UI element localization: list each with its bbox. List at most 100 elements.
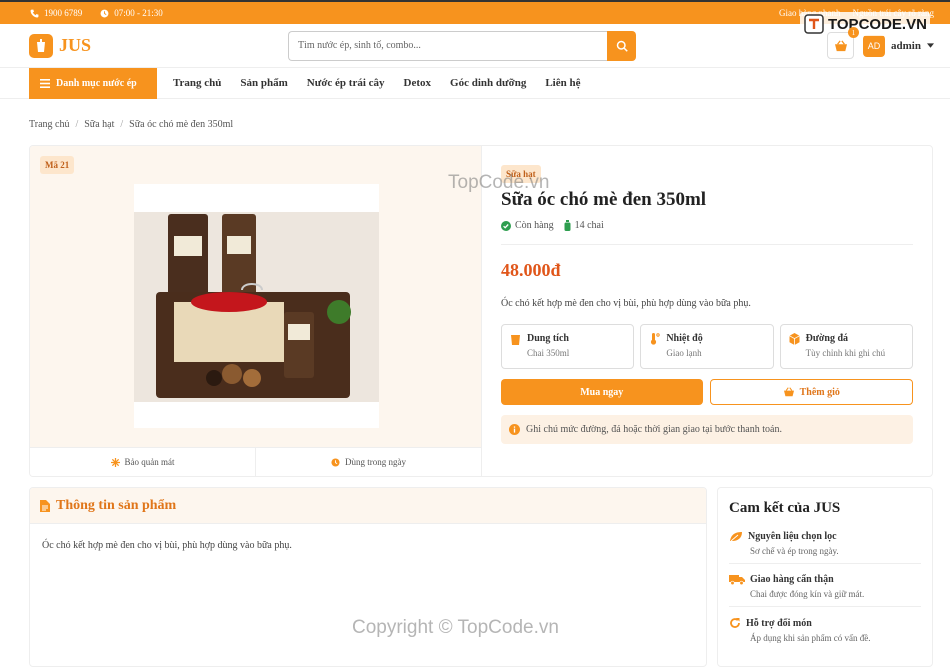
bottle-icon	[564, 220, 571, 231]
cart-count-badge: 1	[848, 27, 860, 38]
clock-icon	[331, 457, 340, 467]
phone-icon	[30, 9, 39, 17]
product-title: Sữa óc chó mè đen 350ml	[501, 189, 707, 210]
buy-now-button[interactable]: Mua ngay	[501, 379, 703, 405]
product-photo	[134, 184, 379, 428]
product-short-description: Óc chó kết hợp mè đen cho vị bùi, phù hợ…	[501, 298, 751, 309]
document-icon	[40, 499, 50, 512]
commitment-item: Nguyên liệu chọn lọc Sơ chế và ép trong …	[729, 517, 921, 564]
commitment-title: Cam kết của JUS	[729, 500, 841, 516]
commitment-item-title: Giao hàng cẩn thận	[750, 574, 834, 585]
avatar[interactable]: AD	[863, 34, 886, 57]
spec-temperature: Nhiệt độ Giao lạnh	[640, 324, 774, 369]
commitment-item-title: Hỗ trợ đổi món	[746, 617, 812, 629]
cup-icon	[511, 335, 520, 345]
product-actions: Mua ngay Thêm giỏ	[501, 379, 913, 405]
product-features: Bảo quản mát Dùng trong ngày	[30, 447, 481, 476]
feature-cold-storage: Bảo quản mát	[30, 448, 256, 476]
clock-icon	[100, 9, 109, 17]
nav-item-contact[interactable]: Liên hệ	[545, 77, 580, 89]
breadcrumb: Trang chủ / Sữa hạt / Sữa óc chó mè đen …	[29, 119, 233, 130]
breadcrumb-separator: /	[75, 119, 79, 130]
nav-item-home[interactable]: Trang chủ	[173, 77, 221, 89]
basket-icon	[783, 387, 794, 397]
product-info-body: Óc chó kết hợp mè đen cho vị bùi, phù hợ…	[42, 540, 292, 551]
opening-hours: 07:00 - 21:30	[114, 8, 163, 18]
truck-icon	[729, 575, 745, 585]
cube-icon	[788, 333, 800, 345]
topcode-logo-watermark: TOPCODE.VN	[800, 12, 930, 36]
breadcrumb-category[interactable]: Sữa hạt	[84, 119, 114, 130]
order-note-hint: Ghi chú mức đường, đá hoặc thời gian gia…	[501, 415, 913, 444]
thermometer-icon	[651, 333, 661, 345]
juice-cup-icon	[29, 33, 53, 58]
commitment-item-desc: Áp dụng khi sản phẩm có vấn đề.	[750, 633, 871, 643]
feature-label: Dùng trong ngày	[345, 457, 406, 467]
spec-value: Giao lạnh	[666, 348, 702, 358]
info-icon	[509, 424, 520, 435]
add-to-cart-button[interactable]: Thêm giỏ	[709, 379, 913, 405]
sold-count: 14 chai	[564, 220, 604, 231]
breadcrumb-home[interactable]: Trang chủ	[29, 119, 69, 130]
spec-title: Nhiệt độ	[666, 333, 703, 344]
stock-label: Còn hàng	[515, 220, 554, 231]
hours-info: 07:00 - 21:30	[100, 8, 163, 18]
note-text: Ghi chú mức đường, đá hoặc thời gian gia…	[526, 424, 782, 435]
topcode-logo-icon	[804, 14, 824, 34]
logo-text: JUS	[59, 35, 92, 55]
phone-info[interactable]: 1900 6789	[30, 8, 82, 18]
menu-icon	[40, 78, 50, 88]
spec-title: Đường đá	[805, 333, 849, 344]
nav-item-detox[interactable]: Detox	[404, 77, 432, 89]
feature-label: Bảo quản mát	[124, 457, 175, 467]
sold-label: 14 chai	[574, 220, 604, 231]
commitment-item: Giao hàng cẩn thận Chai được đóng kín và…	[729, 564, 921, 607]
product-info-header: Thông tin sản phẩm	[30, 488, 706, 524]
breadcrumb-separator: /	[120, 119, 124, 130]
topcode-brand-text: TOPCODE.VN	[828, 15, 927, 33]
site-logo[interactable]: JUS	[29, 33, 288, 58]
commitment-item: Hỗ trợ đổi món Áp dụng khi sản phẩm có v…	[729, 607, 921, 650]
product-category-tag[interactable]: Sữa hạt	[501, 165, 541, 183]
snowflake-icon	[110, 457, 120, 467]
commitment-panel: Cam kết của JUS Nguyên liệu chọn lọc Sơ …	[717, 487, 933, 667]
product-info-title: Thông tin sản phẩm	[56, 497, 177, 513]
commitment-item-desc: Chai được đóng kín và giữ mát.	[750, 589, 865, 599]
product-price: 48.000đ	[501, 260, 561, 280]
nav-item-nutrition[interactable]: Góc dinh dưỡng	[450, 77, 526, 89]
spec-sugar-ice: Đường đá Tùy chỉnh khi ghi chú	[779, 324, 913, 369]
spec-volume: Dung tích Chai 350ml	[501, 324, 635, 369]
nav-item-juice[interactable]: Nước ép trái cây	[307, 77, 385, 89]
commitment-item-title: Nguyên liệu chọn lọc	[748, 531, 837, 542]
check-circle-icon	[501, 220, 511, 231]
stock-status: Còn hàng	[501, 220, 554, 231]
category-menu-button[interactable]: Danh mục nước ép	[29, 67, 157, 99]
search-button[interactable]	[607, 30, 636, 61]
product-detail-card: Mã 21 Bảo quản mát Dùng trong ngày Sữa h…	[29, 145, 933, 477]
search-input[interactable]: Tìm nước ép, sinh tố, combo...	[288, 30, 607, 61]
product-info-panel: Thông tin sản phẩm Óc chó kết hợp mè đen…	[29, 487, 707, 667]
main-nav: Danh mục nước ép Trang chủ Sản phẩm Nước…	[0, 67, 950, 99]
spec-value: Chai 350ml	[527, 348, 570, 358]
product-stock-row: Còn hàng 14 chai	[501, 220, 913, 245]
refresh-icon	[730, 618, 740, 628]
cart-button[interactable]: 1	[827, 27, 860, 59]
product-info: Sữa hạt Sữa óc chó mè đen 350ml Còn hàng…	[482, 146, 932, 476]
product-image[interactable]	[134, 184, 379, 428]
nav-item-products[interactable]: Sản phẩm	[240, 77, 287, 89]
username[interactable]: admin	[891, 40, 921, 52]
basket-icon	[834, 39, 847, 51]
spec-value: Tùy chỉnh khi ghi chú	[805, 348, 886, 358]
product-specs: Dung tích Chai 350ml Nhiệt độ Giao lạnh Đư…	[501, 324, 913, 369]
feature-same-day: Dùng trong ngày	[256, 448, 481, 476]
product-code-badge: Mã 21	[40, 156, 75, 174]
chevron-down-icon[interactable]	[927, 43, 934, 48]
search-bar: Tìm nước ép, sinh tố, combo...	[288, 30, 636, 61]
phone-number: 1900 6789	[44, 8, 83, 18]
breadcrumb-current: Sữa óc chó mè đen 350ml	[129, 119, 234, 130]
search-icon	[616, 40, 628, 52]
add-to-cart-label: Thêm giỏ	[799, 386, 840, 398]
leaf-icon	[730, 532, 742, 542]
product-gallery: Mã 21 Bảo quản mát Dùng trong ngày	[30, 146, 482, 476]
category-menu-label: Danh mục nước ép	[56, 77, 137, 89]
